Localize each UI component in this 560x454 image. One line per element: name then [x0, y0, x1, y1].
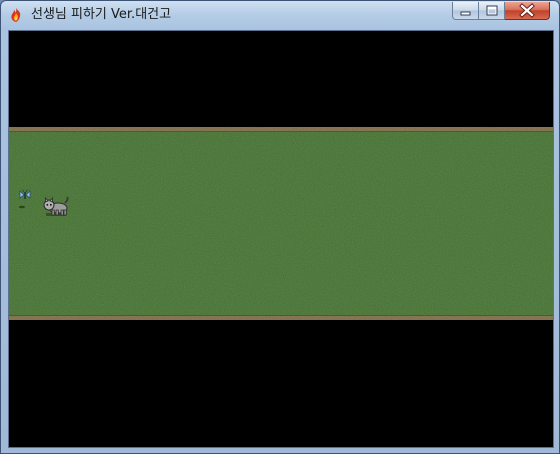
game-map[interactable] [9, 31, 553, 447]
flame-app-icon[interactable] [8, 7, 24, 23]
title-bar[interactable]: 선생님 피하기 Ver.대건고 [1, 1, 559, 30]
minimize-icon [460, 11, 471, 16]
game-viewport[interactable] [8, 30, 554, 448]
dirt-edge-bottom [9, 315, 553, 320]
minimize-button[interactable] [452, 2, 479, 20]
maximize-icon [486, 5, 498, 16]
maximize-button[interactable] [479, 2, 505, 20]
close-button[interactable] [505, 2, 550, 20]
window-title: 선생님 피하기 Ver.대건고 [31, 7, 172, 22]
game-window: 선생님 피하기 Ver.대건고 [0, 0, 560, 454]
close-icon [519, 3, 535, 18]
grass-field [9, 128, 553, 319]
dirt-edge-top [9, 127, 553, 132]
